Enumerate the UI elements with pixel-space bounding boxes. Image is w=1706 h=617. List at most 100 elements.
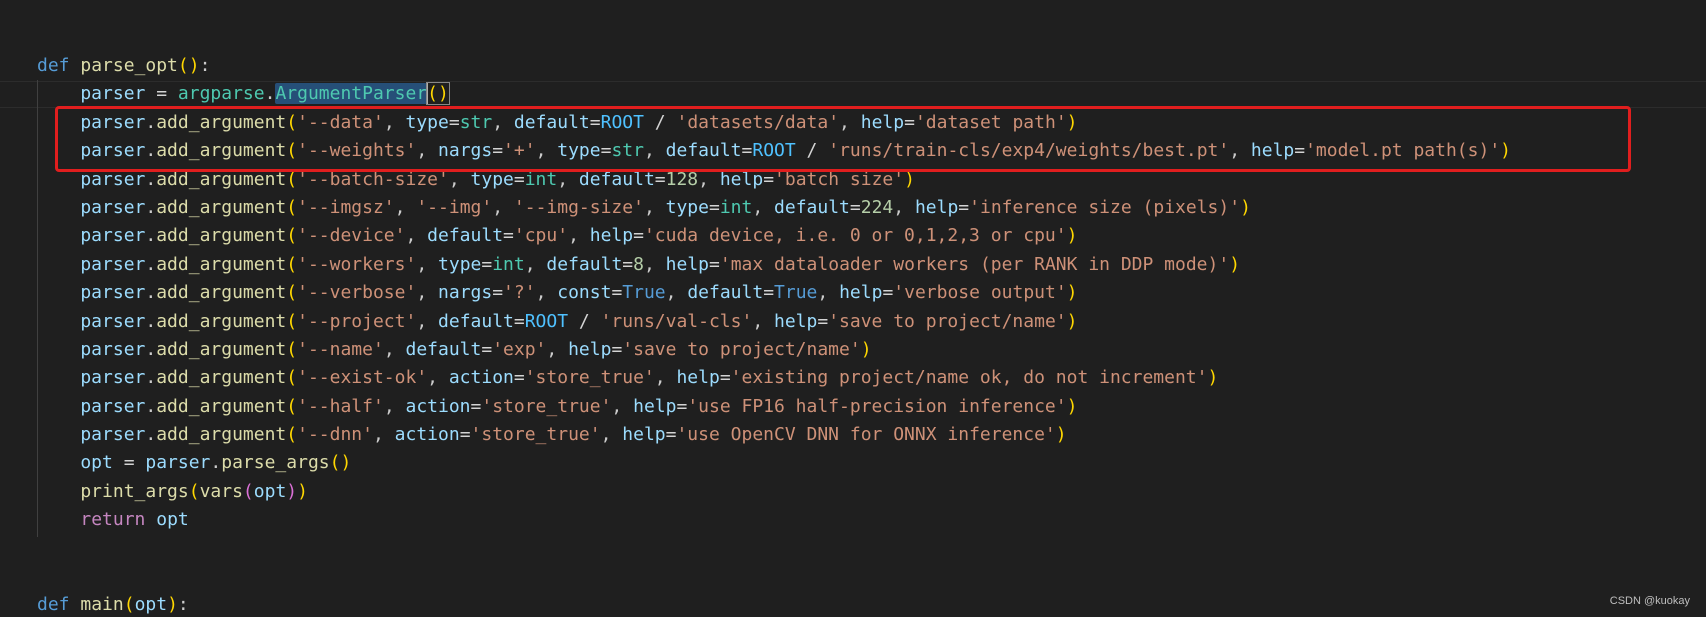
code-token: )	[1066, 282, 1078, 304]
code-token: help	[665, 253, 710, 275]
code-token: True	[622, 282, 666, 304]
code-token: type	[557, 140, 601, 162]
code-token: '--data'	[297, 111, 384, 133]
code-token: default	[546, 253, 623, 275]
code-token: (	[188, 480, 200, 502]
code-token: :	[199, 55, 211, 76]
code-token: add_argument	[156, 225, 287, 247]
code-token: ,	[1229, 140, 1251, 162]
code-token: parser	[37, 111, 146, 133]
code-token: ,	[535, 140, 558, 162]
code-token: parser	[37, 395, 146, 417]
code-area[interactable]: def parse_opt(): parser = argparse.Argum…	[37, 52, 1706, 617]
code-token: add_argument	[156, 282, 287, 304]
code-token: ,	[416, 282, 439, 304]
code-token: (	[286, 282, 298, 304]
code-token: '--exist-ok'	[297, 367, 428, 389]
code-token: vars	[199, 480, 243, 502]
code-token: ,	[698, 168, 720, 190]
code-token: ,	[546, 338, 569, 360]
code-token: ,	[492, 196, 514, 218]
code-token: default	[427, 225, 504, 247]
code-token: ,	[492, 111, 514, 133]
code-line[interactable]	[37, 563, 1706, 591]
code-token: 'batch size'	[774, 168, 905, 190]
code-token: (	[286, 424, 298, 446]
code-token: 'cuda device, i.e. 0 or 0,1,2,3 or cpu'	[643, 225, 1067, 247]
code-token: type	[438, 253, 482, 275]
code-token: .	[145, 140, 157, 162]
code-token: .	[145, 225, 157, 247]
code-token: ,	[839, 111, 861, 133]
code-token: )	[904, 168, 915, 190]
code-token: type	[405, 111, 449, 133]
code-line[interactable]: parser.add_argument('--exist-ok', action…	[37, 364, 1706, 392]
code-token: ROOT	[752, 140, 796, 162]
code-token: =	[492, 282, 504, 304]
code-token: '+'	[503, 140, 536, 162]
code-line[interactable]: parser.add_argument('--name', default='e…	[37, 336, 1706, 364]
code-token: '--project'	[297, 310, 417, 332]
code-token: '--dnn'	[297, 424, 373, 446]
code-token: ,	[557, 168, 579, 190]
code-token: 'cpu'	[513, 225, 569, 247]
code-token: '--weights'	[297, 140, 417, 162]
code-line[interactable]: parser.add_argument('--device', default=…	[37, 222, 1706, 250]
code-token: help	[774, 310, 818, 332]
code-token: =	[481, 253, 493, 275]
code-token: int	[524, 168, 558, 190]
code-token: parser	[145, 452, 211, 474]
code-line[interactable]: parser = argparse.ArgumentParser()	[37, 80, 1706, 108]
code-token: =	[958, 196, 970, 218]
code-token: True	[774, 282, 818, 304]
code-line[interactable]: def main(opt):	[37, 591, 1706, 617]
code-token: )	[1207, 367, 1219, 389]
code-token: =	[741, 140, 753, 162]
code-token: ,	[383, 338, 406, 360]
code-token: ROOT	[524, 310, 569, 332]
code-token: /	[568, 310, 601, 332]
code-token: int	[492, 253, 525, 275]
code-line[interactable]: parser.add_argument('--weights', nargs='…	[37, 137, 1706, 165]
code-line[interactable]: opt = parser.parse_args()	[37, 449, 1706, 477]
code-token: argparse	[177, 83, 265, 105]
code-token: =	[481, 338, 493, 360]
code-token: =	[904, 111, 915, 133]
code-token: =	[719, 367, 731, 389]
code-line[interactable]: parser.add_argument('--verbose', nargs='…	[37, 279, 1706, 307]
code-token: ()	[177, 55, 200, 76]
code-line[interactable]: parser.add_argument('--batch-size', type…	[37, 166, 1706, 194]
code-token: =	[513, 310, 525, 332]
code-line[interactable]: parser.add_argument('--dnn', action='sto…	[37, 421, 1706, 449]
code-token: =	[633, 225, 644, 247]
code-token: =	[145, 83, 178, 105]
code-token: add_argument	[156, 253, 287, 275]
code-line[interactable]: print_args(vars(opt))	[37, 478, 1706, 506]
code-line[interactable]: parser.add_argument('--imgsz', '--img', …	[37, 194, 1706, 222]
code-token: default	[687, 282, 764, 304]
code-token: help	[589, 225, 634, 247]
code-token: .	[145, 253, 157, 275]
code-line[interactable]: parser.add_argument('--data', type=str, …	[37, 109, 1706, 137]
code-token: (	[286, 111, 298, 133]
code-token: ,	[416, 310, 439, 332]
code-line[interactable]: parser.add_argument('--workers', type=in…	[37, 251, 1706, 279]
code-line[interactable]: parser.add_argument('--project', default…	[37, 308, 1706, 336]
code-token: parser	[37, 225, 146, 247]
code-token: ,	[535, 282, 558, 304]
code-token: ()	[426, 82, 450, 106]
code-token: add_argument	[156, 395, 287, 417]
code-token: )	[1066, 395, 1078, 417]
code-editor[interactable]: def parse_opt(): parser = argparse.Argum…	[0, 0, 1706, 617]
code-token: ,	[643, 196, 666, 218]
code-token: =	[611, 282, 623, 304]
code-line[interactable]: parser.add_argument('--half', action='st…	[37, 393, 1706, 421]
code-line[interactable]	[37, 535, 1706, 563]
code-token: )	[1500, 140, 1512, 162]
code-token: .	[145, 338, 157, 360]
code-token: 'runs/train-cls/exp4/weights/best.pt'	[828, 140, 1230, 162]
code-token: opt	[253, 480, 287, 502]
code-line[interactable]: def parse_opt():	[37, 52, 1706, 80]
code-token: )	[1066, 225, 1078, 247]
code-line[interactable]: return opt	[37, 506, 1706, 534]
